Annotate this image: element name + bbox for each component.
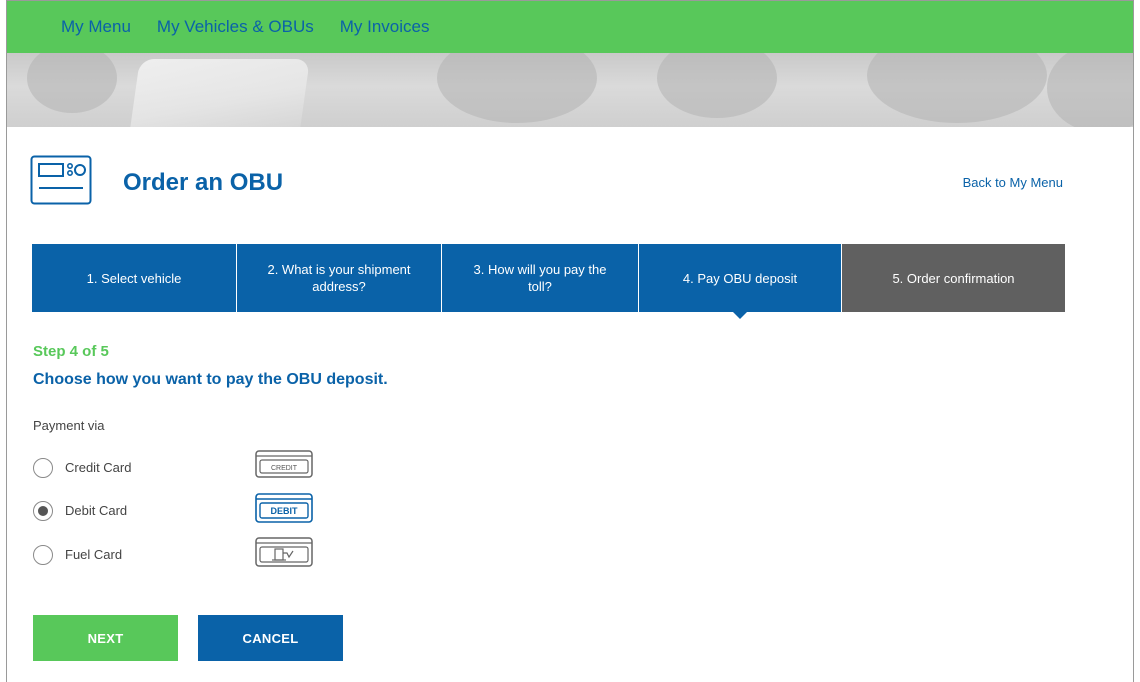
payment-option-fuel-card[interactable]: Fuel Card xyxy=(33,537,333,569)
option-label: Debit Card xyxy=(65,503,128,518)
step-pay-obu-deposit: 4. Pay OBU deposit xyxy=(639,244,842,319)
page-title: Order an OBU xyxy=(123,169,284,196)
step-label: 4. Pay OBU deposit xyxy=(682,270,798,286)
step-counter: Step 4 of 5 xyxy=(33,343,109,360)
step-label: 5. Order confirmation xyxy=(892,270,1015,286)
step-question: Choose how you want to pay the OBU depos… xyxy=(33,371,388,388)
credit-card-icon: CREDIT xyxy=(255,450,315,485)
step-label: 1. Select vehicle xyxy=(86,270,182,286)
step-shipment-address[interactable]: 2. What is your shipment address? xyxy=(237,244,442,312)
debit-card-radio[interactable] xyxy=(33,501,53,521)
step-order-confirmation: 5. Order confirmation xyxy=(842,244,1065,312)
nav-my-vehicles-obus[interactable]: My Vehicles & OBUs xyxy=(157,17,314,37)
fuel-card-radio[interactable] xyxy=(33,545,53,565)
payment-via-label: Payment via xyxy=(33,418,105,433)
title-row: Order an OBU Back to My Menu xyxy=(7,127,1133,242)
step-label: 2. What is your shipment address? xyxy=(267,262,411,294)
debit-card-icon: DEBIT xyxy=(255,493,315,530)
svg-text:DEBIT: DEBIT xyxy=(271,506,299,516)
app-frame: My Menu My Vehicles & OBUs My Invoices O… xyxy=(6,0,1134,682)
hero-banner xyxy=(7,53,1133,127)
credit-card-radio[interactable] xyxy=(33,458,53,478)
cancel-button[interactable]: CANCEL xyxy=(198,615,343,661)
obu-device-icon xyxy=(30,155,92,210)
truck-image xyxy=(130,59,310,127)
nav-my-invoices[interactable]: My Invoices xyxy=(340,17,430,37)
fuel-card-icon xyxy=(255,537,315,574)
payment-option-debit-card[interactable]: Debit Card DEBIT xyxy=(33,493,333,525)
back-to-menu-link[interactable]: Back to My Menu xyxy=(963,175,1063,190)
top-navigation: My Menu My Vehicles & OBUs My Invoices xyxy=(7,1,1133,53)
next-button[interactable]: NEXT xyxy=(33,615,178,661)
step-label: 3. How will you pay the toll? xyxy=(473,262,607,294)
step-select-vehicle[interactable]: 1. Select vehicle xyxy=(32,244,237,312)
svg-text:CREDIT: CREDIT xyxy=(271,465,298,472)
option-label: Credit Card xyxy=(65,460,132,475)
progress-steps: 1. Select vehicle 2. What is your shipme… xyxy=(32,244,1065,319)
nav-my-menu[interactable]: My Menu xyxy=(61,17,131,37)
step-pay-toll[interactable]: 3. How will you pay the toll? xyxy=(442,244,639,312)
option-label: Fuel Card xyxy=(65,547,123,562)
payment-option-credit-card[interactable]: Credit Card CREDIT xyxy=(33,450,333,482)
